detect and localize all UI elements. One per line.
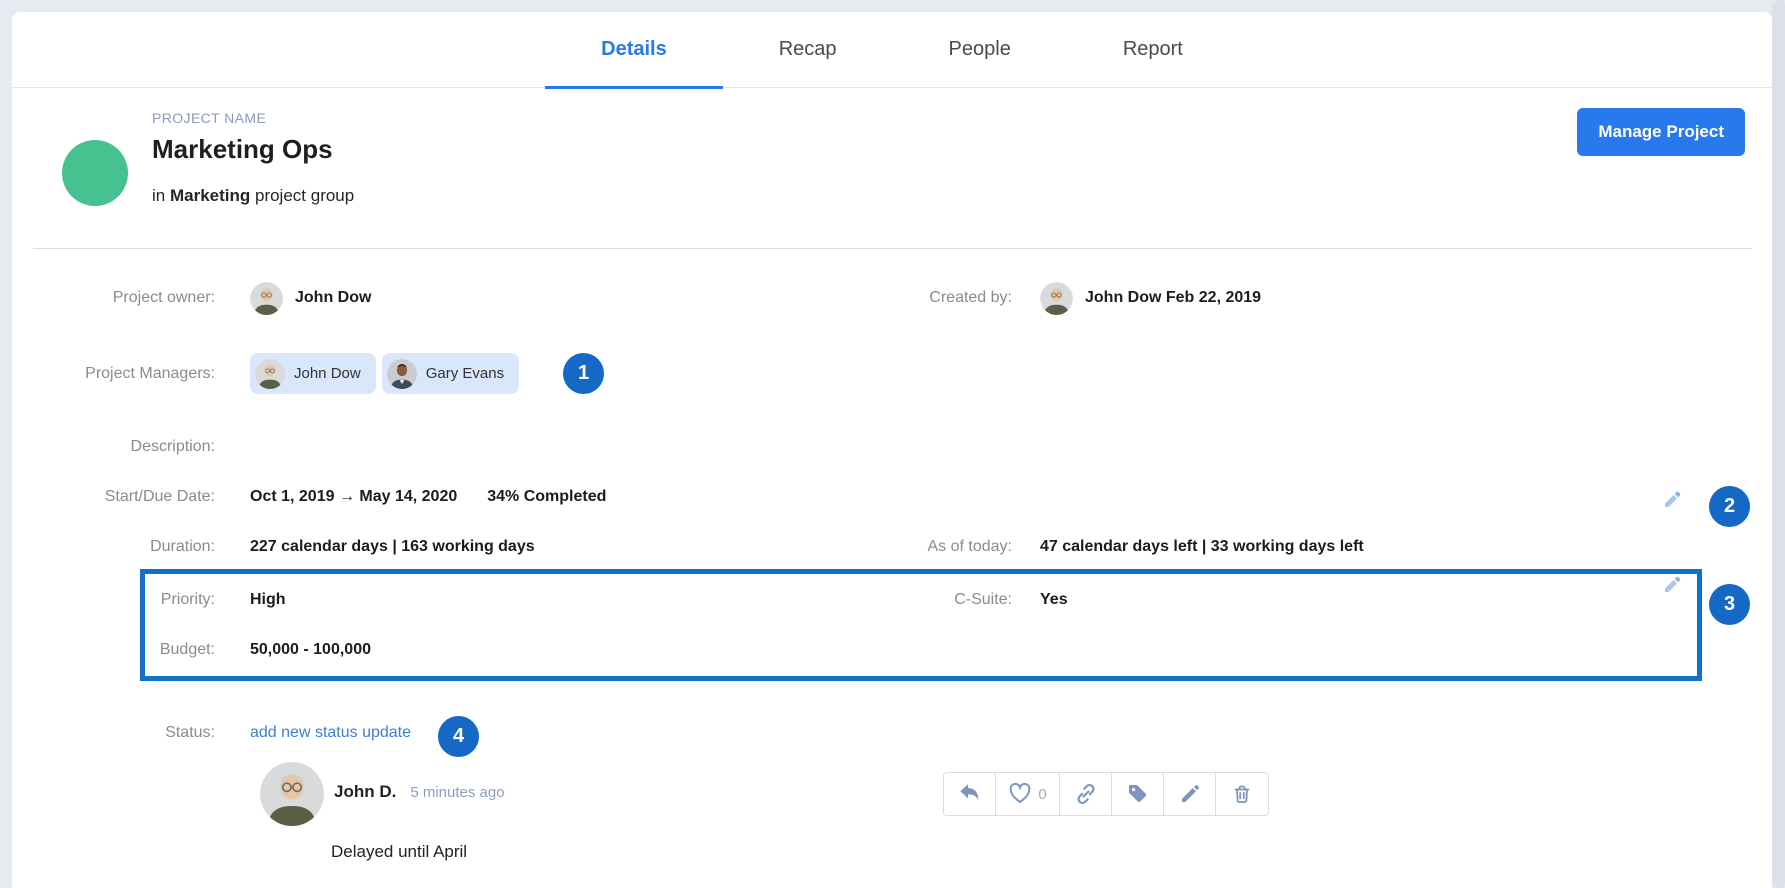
project-name-eyebrow: PROJECT NAME <box>152 110 266 126</box>
comment-header: John D. 5 minutes ago <box>334 782 505 802</box>
like-button[interactable]: 0 <box>996 773 1060 815</box>
dates-label: Start/Due Date: <box>12 488 215 506</box>
edit-dates-pencil-icon[interactable] <box>1662 488 1684 510</box>
tag-button[interactable] <box>1112 773 1164 815</box>
subtitle-suffix: project group <box>250 186 354 205</box>
comment-author[interactable]: John D. <box>334 782 396 802</box>
description-label: Description: <box>12 438 215 456</box>
tab-recap[interactable]: Recap <box>723 12 893 87</box>
comment-timestamp: 5 minutes ago <box>410 784 504 801</box>
duration-label: Duration: <box>12 538 215 556</box>
manage-project-button[interactable]: Manage Project <box>1577 108 1745 156</box>
owner-avatar <box>250 282 283 315</box>
managers-label: Project Managers: <box>12 365 215 383</box>
created-by-value: John Dow Feb 22, 2019 <box>1085 289 1261 307</box>
priority-row: Priority: High C-Suite: Yes <box>12 585 1752 615</box>
comment-author-avatar <box>260 762 324 826</box>
description-row: Description: <box>12 432 1752 462</box>
csuite-label: C-Suite: <box>892 591 1012 609</box>
permalink-button[interactable] <box>1060 773 1112 815</box>
subtitle-prefix: in <box>152 186 170 205</box>
managers-row: Project Managers: John Dow Gary Evans <box>12 353 1752 394</box>
callout-badge-3: 3 <box>1709 584 1750 625</box>
as-of-today-value: 47 calendar days left | 33 working days … <box>1040 538 1364 556</box>
project-color-avatar <box>62 140 128 206</box>
manager-name: John Dow <box>294 365 361 382</box>
reply-icon <box>958 782 982 806</box>
delete-comment-button[interactable] <box>1216 773 1268 815</box>
owner-row: Project owner: John Dow Created by: <box>12 281 1752 315</box>
comment-message: Delayed until April <box>331 842 467 862</box>
budget-label: Budget: <box>12 641 215 659</box>
callout-badge-2: 2 <box>1709 486 1750 527</box>
header-divider <box>33 248 1752 249</box>
tab-details[interactable]: Details <box>545 12 723 87</box>
delete-trash-icon <box>1230 782 1254 806</box>
priority-label: Priority: <box>12 591 215 609</box>
vertical-scrollbar[interactable] <box>1772 0 1785 888</box>
created-by-label: Created by: <box>892 289 1012 307</box>
edit-comment-button[interactable] <box>1164 773 1216 815</box>
page-title: Marketing Ops <box>152 134 333 165</box>
status-row: Status: add new status update <box>12 718 1752 748</box>
tab-bar: Details Recap People Report <box>12 12 1772 88</box>
owner-name: John Dow <box>295 289 371 307</box>
like-heart-icon <box>1008 782 1032 806</box>
manager-avatar-gary <box>387 359 417 389</box>
dates-row: Start/Due Date: Oct 1, 2019 → May 14, 20… <box>12 482 1752 512</box>
add-status-update-link[interactable]: add new status update <box>250 724 411 742</box>
manager-chip-john[interactable]: John Dow <box>250 353 376 394</box>
manager-chip-gary[interactable]: Gary Evans <box>382 353 519 394</box>
tab-report[interactable]: Report <box>1067 12 1239 87</box>
link-icon <box>1074 782 1098 806</box>
status-label: Status: <box>12 724 215 742</box>
manager-chips: John Dow Gary Evans <box>250 353 519 394</box>
tag-icon <box>1126 782 1150 806</box>
manager-name: Gary Evans <box>426 365 504 382</box>
budget-row: Budget: 50,000 - 100,000 <box>12 635 1752 665</box>
duration-row: Duration: 227 calendar days | 163 workin… <box>12 532 1752 562</box>
like-count: 0 <box>1038 786 1046 803</box>
dates-value: Oct 1, 2019 → May 14, 2020 <box>250 488 457 506</box>
csuite-value: Yes <box>1040 591 1068 609</box>
duration-value: 227 calendar days | 163 working days <box>250 538 535 556</box>
completed-value: 34% Completed <box>487 488 606 506</box>
edit-pencil-icon <box>1178 782 1202 806</box>
project-group-subtitle: in Marketing project group <box>152 186 354 206</box>
edit-custom-fields-pencil-icon[interactable] <box>1662 573 1684 595</box>
manager-avatar-john <box>255 359 285 389</box>
callout-badge-1: 1 <box>563 353 604 394</box>
comment-toolbar: 0 <box>943 772 1269 816</box>
project-card: Details Recap People Report PROJECT NAME… <box>12 12 1772 888</box>
owner-label: Project owner: <box>12 289 215 307</box>
budget-value: 50,000 - 100,000 <box>250 641 371 659</box>
priority-value: High <box>250 591 286 609</box>
reply-button[interactable] <box>944 773 996 815</box>
project-details-page: Details Recap People Report PROJECT NAME… <box>0 0 1785 888</box>
project-group-name: Marketing <box>170 186 250 205</box>
as-of-today-label: As of today: <box>892 538 1012 556</box>
tab-people[interactable]: People <box>893 12 1067 87</box>
created-by-avatar <box>1040 282 1073 315</box>
